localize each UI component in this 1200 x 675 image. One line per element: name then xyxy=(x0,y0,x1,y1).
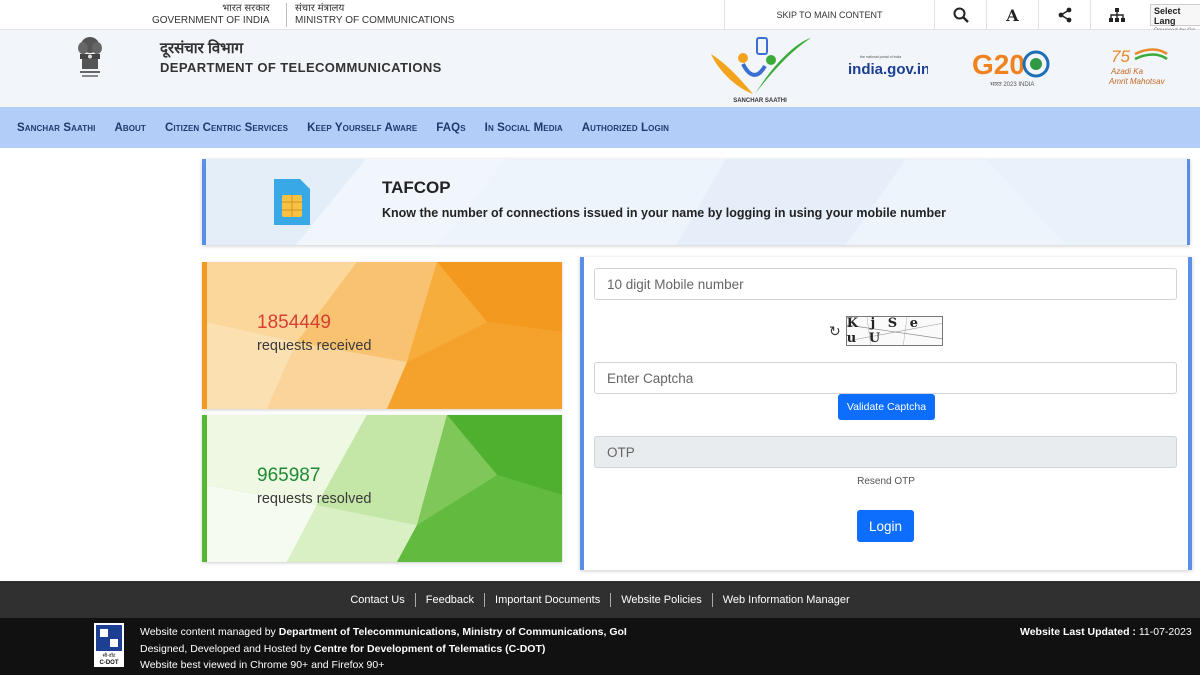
footer-web-information-manager[interactable]: Web Information Manager xyxy=(711,592,860,607)
search-button[interactable] xyxy=(934,0,986,30)
ministry-of-communications: संचार मंत्रालय MINISTRY OF COMMUNICATION… xyxy=(286,3,454,27)
g20-logo-subtext: भारत 2023 INDIA xyxy=(990,82,1034,88)
department-title: DEPARTMENT OF TELECOMMUNICATIONS xyxy=(160,60,442,75)
language-select[interactable]: Select Lang Powered by Go xyxy=(1150,4,1200,34)
footer-info: सी-डॉट C-DOT Website content managed by … xyxy=(0,618,1200,675)
banner-background-pattern xyxy=(206,159,1187,245)
tafcop-subtitle: Know the number of connections issued in… xyxy=(382,206,946,220)
tafcop-title: TAFCOP xyxy=(382,178,451,197)
skip-to-main-content-link[interactable]: SKIP TO MAIN CONTENT xyxy=(724,0,934,30)
captcha-text: K j S e u U xyxy=(846,316,922,346)
language-select-label: Select Lang xyxy=(1154,6,1181,26)
g20-logo-icon: G20 भारत 2023 INDIA xyxy=(972,49,1050,88)
resend-otp-link[interactable]: Resend OTP xyxy=(584,476,1188,487)
content-managed-by: Website content managed by Department of… xyxy=(140,626,627,638)
sanchar-saathi-logo-icon: SANCHAR SAATHI xyxy=(711,37,811,104)
nav-in-social-media[interactable]: In Social Media xyxy=(485,122,563,134)
sanchar-saathi-logo-text: SANCHAR SAATHI xyxy=(733,98,787,104)
captcha-row: ↻ K j S e u U xyxy=(829,316,943,346)
share-button[interactable] xyxy=(1038,0,1090,30)
sim-card-icon xyxy=(274,179,310,225)
mobile-number-input[interactable] xyxy=(594,268,1177,300)
footer-contact-us[interactable]: Contact Us xyxy=(340,593,414,607)
national-emblem-icon xyxy=(78,37,102,77)
search-icon xyxy=(953,7,969,23)
cdot-logo-icon: सी-डॉट C-DOT xyxy=(94,623,124,667)
content-managed-org: Department of Telecommunications, Minist… xyxy=(278,626,627,638)
ministry-english-label: MINISTRY OF COMMUNICATIONS xyxy=(295,15,455,26)
green-card-background xyxy=(207,415,562,562)
india-gov-logo-icon: the national portal of india india.gov.i… xyxy=(848,55,928,78)
orange-card-background xyxy=(207,262,562,409)
nav-citizen-centric-services[interactable]: Citizen Centric Services xyxy=(165,122,288,134)
azadi-75-text: 75 xyxy=(1111,47,1130,66)
azadi-line2-text: Amrit Mahotsav xyxy=(1108,77,1166,86)
nav-about[interactable]: About xyxy=(114,122,145,134)
tafcop-banner: TAFCOP Know the number of connections is… xyxy=(202,159,1190,245)
last-updated-label: Website Last Updated : xyxy=(1020,626,1139,638)
content-managed-prefix: Website content managed by xyxy=(140,626,279,638)
requests-received-card: 1854449 requests received xyxy=(202,262,562,409)
requests-received-count: 1854449 xyxy=(257,312,331,333)
department-hindi-title: दूरसंचार विभाग xyxy=(160,40,244,57)
nav-faqs[interactable]: FAQs xyxy=(436,122,465,134)
nav-authorized-login[interactable]: Authorized Login xyxy=(582,122,669,134)
last-updated-date: 11-07-2023 xyxy=(1138,626,1192,638)
login-button[interactable]: Login xyxy=(857,510,914,542)
india-gov-logo-text: india.gov.in xyxy=(848,61,928,78)
sitemap-button[interactable] xyxy=(1090,0,1142,30)
nav-keep-yourself-aware[interactable]: Keep Yourself Aware xyxy=(307,122,417,134)
share-icon xyxy=(1058,7,1071,23)
footer-important-documents[interactable]: Important Documents xyxy=(484,592,610,607)
captcha-image: K j S e u U xyxy=(845,316,943,346)
refresh-captcha-icon[interactable]: ↻ xyxy=(829,323,841,340)
otp-input[interactable] xyxy=(594,436,1177,468)
captcha-input[interactable] xyxy=(594,362,1177,394)
g20-logo-text: G20 xyxy=(972,49,1025,80)
gov-hindi-label: भारत सरकार xyxy=(222,3,270,14)
nav-sanchar-saathi[interactable]: Sanchar Saathi xyxy=(17,122,95,134)
designed-prefix: Designed, Developed and Hosted by xyxy=(140,643,314,655)
cdot-logo-text: C-DOT xyxy=(100,660,119,666)
india-gov-logo-subtext: the national portal of india xyxy=(860,55,901,59)
azadi-line1-text: Azadi Ka xyxy=(1110,67,1144,76)
footer-website-policies[interactable]: Website Policies xyxy=(610,592,712,607)
site-header: दूरसंचार विभाग DEPARTMENT OF TELECOMMUNI… xyxy=(0,30,1200,107)
requests-resolved-label: requests resolved xyxy=(257,491,372,507)
sitemap-icon xyxy=(1108,8,1125,22)
footer-feedback[interactable]: Feedback xyxy=(414,592,484,607)
gov-english-label: GOVERNMENT OF INDIA xyxy=(152,15,270,26)
requests-resolved-card: 965987 requests resolved xyxy=(202,415,562,562)
requests-resolved-count: 965987 xyxy=(257,465,321,486)
font-size-icon: A xyxy=(1006,5,1019,25)
best-viewed-note: Website best viewed in Chrome 90+ and Fi… xyxy=(140,659,385,671)
government-of-india: भारत सरकार GOVERNMENT OF INDIA xyxy=(152,3,270,27)
footer-links: Contact Us Feedback Important Documents … xyxy=(0,581,1200,618)
ministry-hindi-label: संचार मंत्रालय xyxy=(295,3,345,14)
gov-topbar: भारत सरकार GOVERNMENT OF INDIA संचार मंत… xyxy=(0,0,1200,34)
requests-received-label: requests received xyxy=(257,338,372,354)
cdot-logo-hindi: सी-डॉट xyxy=(103,652,116,659)
main-navigation: Sanchar Saathi About Citizen Centric Ser… xyxy=(0,107,1200,148)
validate-captcha-button[interactable]: Validate Captcha xyxy=(838,394,935,420)
designed-org: Centre for Development of Telematics (C-… xyxy=(313,643,546,655)
designed-hosted-by: Designed, Developed and Hosted by Centre… xyxy=(140,643,545,655)
azadi-ka-amrit-mahotsav-logo-icon: 75 Azadi Ka Amrit Mahotsav xyxy=(1108,47,1168,86)
font-size-button[interactable]: A xyxy=(986,0,1038,30)
website-last-updated: Website Last Updated : 11-07-2023 xyxy=(1020,626,1192,638)
tafcop-login-panel: ↻ K j S e u U Validate Captcha Resend OT… xyxy=(580,257,1192,570)
